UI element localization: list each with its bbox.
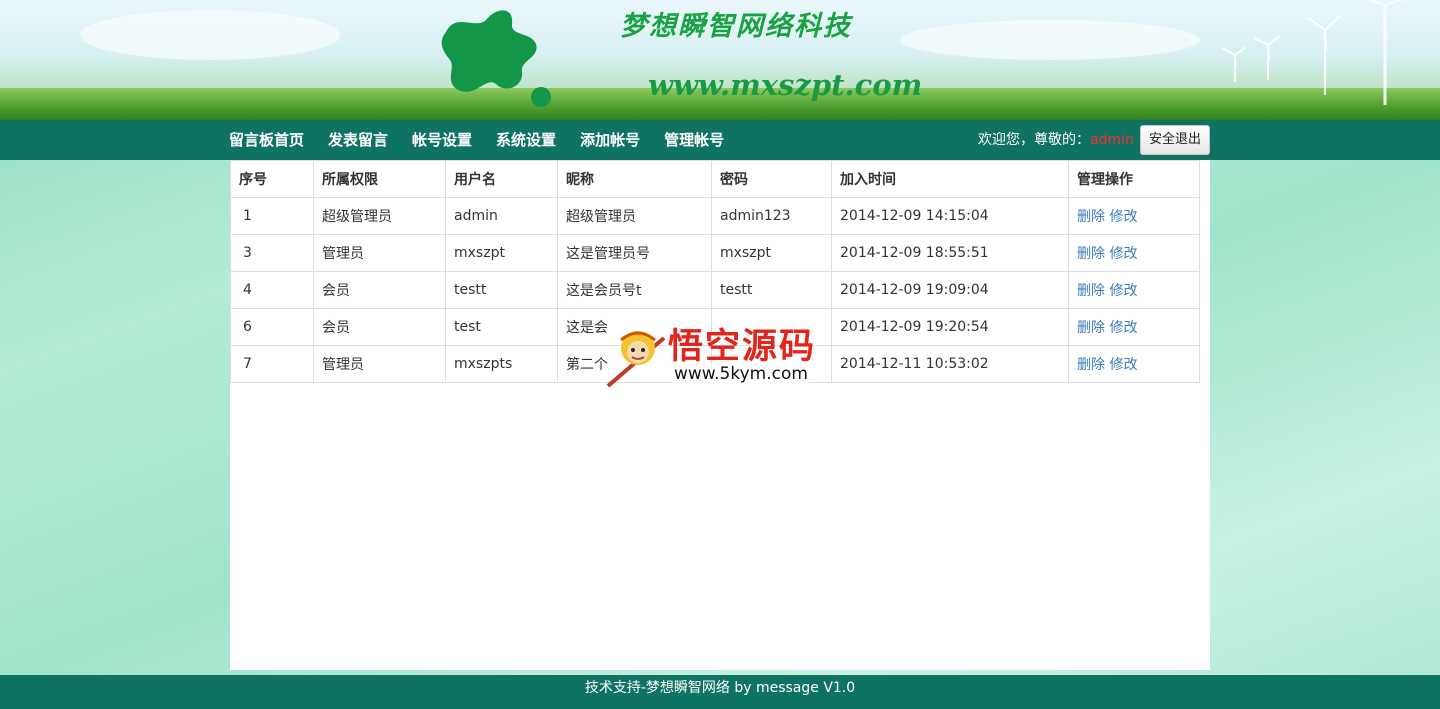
footer-text: 技术支持-梦想瞬智网络 by message V1.0 (584, 680, 856, 696)
cloud-decoration (80, 10, 340, 60)
nav-item-post-message[interactable]: 发表留言 (328, 120, 388, 160)
footer: 技术支持-梦想瞬智网络 by message V1.0 (0, 675, 1440, 709)
cell-actions: 删除 修改 (1068, 271, 1200, 309)
cell-actions: 删除 修改 (1068, 197, 1200, 235)
cloud-decoration (900, 20, 1200, 60)
column-header-role: 所属权限 (313, 160, 446, 198)
cell-actions: 删除 修改 (1068, 345, 1200, 383)
site-url: www.mxszpt.com (648, 68, 923, 102)
cell-id: 3 (230, 234, 314, 272)
cell-username: mxszpts (445, 345, 558, 383)
column-header-username: 用户名 (445, 160, 558, 198)
cell-username: test (445, 308, 558, 346)
nav-item-system-settings[interactable]: 系统设置 (496, 120, 556, 160)
column-header-password: 密码 (711, 160, 832, 198)
column-header-nickname: 昵称 (557, 160, 712, 198)
cell-nickname: 超级管理员 (557, 197, 712, 235)
cell-role: 管理员 (313, 345, 446, 383)
welcome-message: 欢迎您，尊敬的：admin (978, 120, 1134, 160)
cell-actions: 删除 修改 (1068, 234, 1200, 272)
delete-link[interactable]: 删除 (1077, 283, 1105, 299)
cell-role: 管理员 (313, 234, 446, 272)
delete-link[interactable]: 删除 (1077, 209, 1105, 225)
cell-actions: 删除 修改 (1068, 308, 1200, 346)
welcome-prefix: 欢迎您，尊敬的： (978, 132, 1090, 148)
monkey-king-icon (606, 331, 666, 388)
logout-button[interactable]: 安全退出 (1140, 125, 1210, 155)
cell-joined: 2014-12-09 14:15:04 (831, 197, 1069, 235)
delete-link[interactable]: 删除 (1077, 246, 1105, 262)
logo-icon (441, 10, 551, 107)
cell-username: admin (445, 197, 558, 235)
nav-item-manage-accounts[interactable]: 管理帐号 (664, 120, 724, 160)
cell-nickname: 这是管理员号 (557, 234, 712, 272)
table-header-row: 序号 所属权限 用户名 昵称 密码 加入时间 管理操作 (230, 160, 1200, 198)
top-nav: 留言板首页 发表留言 帐号设置 系统设置 添加帐号 管理帐号 欢迎您，尊敬的：a… (0, 120, 1440, 160)
cell-joined: 2014-12-09 18:55:51 (831, 234, 1069, 272)
edit-link[interactable]: 修改 (1109, 320, 1137, 336)
nav-item-add-account[interactable]: 添加帐号 (580, 120, 640, 160)
wind-turbine-icon (1221, 0, 1401, 105)
main-panel: 序号 所属权限 用户名 昵称 密码 加入时间 管理操作 1 超级管理员 admi… (230, 160, 1210, 670)
watermark: 悟空源码 www.5kym.com (606, 318, 836, 390)
delete-link[interactable]: 删除 (1077, 320, 1105, 336)
column-header-actions: 管理操作 (1068, 160, 1200, 198)
table-row: 1 超级管理员 admin 超级管理员 admin123 2014-12-09 … (230, 197, 1200, 235)
cell-role: 会员 (313, 308, 446, 346)
cell-password: admin123 (711, 197, 832, 235)
site-title: 梦想瞬智网络科技 (620, 11, 852, 42)
column-header-joined: 加入时间 (831, 160, 1069, 198)
cell-id: 4 (230, 271, 314, 309)
cell-role: 会员 (313, 271, 446, 309)
watermark-url: www.5kym.com (672, 364, 810, 384)
header-banner: 梦想瞬智网络科技 www.mxszpt.com (0, 0, 1440, 120)
cell-username: testt (445, 271, 558, 309)
cell-password: mxszpt (711, 234, 832, 272)
table-row: 4 会员 testt 这是会员号t testt 2014-12-09 19:09… (230, 271, 1200, 309)
column-header-id: 序号 (230, 160, 314, 198)
edit-link[interactable]: 修改 (1109, 283, 1137, 299)
cell-username: mxszpt (445, 234, 558, 272)
delete-link[interactable]: 删除 (1077, 357, 1105, 373)
cell-id: 1 (230, 197, 314, 235)
nav-item-account-settings[interactable]: 帐号设置 (412, 120, 472, 160)
cell-joined: 2014-12-09 19:20:54 (831, 308, 1069, 346)
edit-link[interactable]: 修改 (1109, 246, 1137, 262)
cell-password: testt (711, 271, 832, 309)
cell-id: 6 (230, 308, 314, 346)
watermark-text: 悟空源码 (668, 326, 817, 367)
cell-role: 超级管理员 (313, 197, 446, 235)
table-row: 3 管理员 mxszpt 这是管理员号 mxszpt 2014-12-09 18… (230, 234, 1200, 272)
cell-joined: 2014-12-11 10:53:02 (831, 345, 1069, 383)
edit-link[interactable]: 修改 (1109, 357, 1137, 373)
cell-joined: 2014-12-09 19:09:04 (831, 271, 1069, 309)
cell-id: 7 (230, 345, 314, 383)
nav-item-home[interactable]: 留言板首页 (229, 120, 304, 160)
current-username: admin (1090, 132, 1134, 148)
cell-nickname: 这是会员号t (557, 271, 712, 309)
edit-link[interactable]: 修改 (1109, 209, 1137, 225)
nav-menu: 留言板首页 发表留言 帐号设置 系统设置 添加帐号 管理帐号 (229, 120, 748, 160)
